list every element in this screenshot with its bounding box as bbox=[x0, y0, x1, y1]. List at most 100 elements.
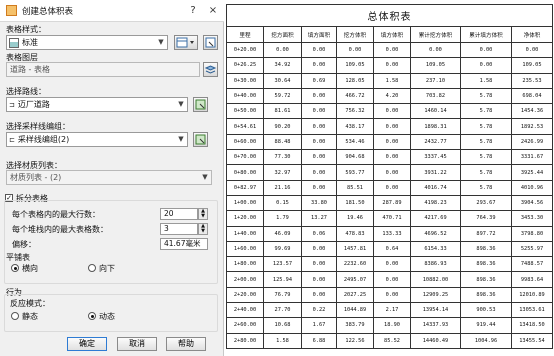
table-cell: 0.00 bbox=[301, 286, 337, 304]
static-radio[interactable] bbox=[11, 312, 19, 320]
ok-button[interactable]: 确定 bbox=[67, 337, 107, 351]
table-cell: 1044.89 bbox=[336, 302, 374, 319]
table-row: 1+40.00 46.09 0.06 478.83 133.33 4696.52 897.7… bbox=[226, 225, 553, 242]
help-button[interactable]: 帮助 bbox=[166, 337, 206, 351]
max-rows-spinner[interactable]: ▲ ▼ bbox=[198, 208, 208, 220]
table-cell: 1457.81 bbox=[336, 240, 374, 258]
layers-icon bbox=[204, 65, 217, 74]
table-cell: 1+00.00 bbox=[226, 194, 264, 212]
chevron-down-icon: ▼ bbox=[158, 38, 164, 46]
table-row: 0+70.00 77.30 0.00 904.68 0.00 3337.45 5.78 333… bbox=[226, 149, 553, 166]
chevron-down-icon: ▼ bbox=[178, 135, 184, 143]
table-cell: 76.79 bbox=[263, 286, 302, 304]
static-label: 静态 bbox=[22, 312, 38, 321]
table-cell: 3331.67 bbox=[511, 149, 553, 166]
table-cell: 5.78 bbox=[460, 87, 512, 105]
table-row: 0+60.00 88.48 0.00 534.46 0.00 2432.77 5.78 242… bbox=[226, 133, 553, 151]
column-header: 填方体积 bbox=[373, 26, 411, 43]
table-row: 0+80.00 32.97 0.00 593.77 0.00 3931.22 5.78 392… bbox=[226, 164, 553, 181]
table-cell: 13954.14 bbox=[410, 302, 461, 319]
table-layer-field[interactable]: 道路 - 表格 bbox=[6, 62, 200, 77]
pick-style-button[interactable] bbox=[203, 35, 218, 50]
edit-style-button[interactable] bbox=[174, 35, 198, 50]
table-cell: 5.78 bbox=[460, 164, 512, 181]
table-cell: 0.00 bbox=[373, 179, 411, 196]
pick-sample-group-button[interactable] bbox=[193, 132, 208, 147]
dynamic-radio[interactable] bbox=[88, 312, 96, 320]
material-list-select[interactable]: 材质列表 - (2) ▼ bbox=[6, 170, 212, 185]
table-cell: 0.00 bbox=[263, 41, 302, 59]
table-cell: 2027.25 bbox=[336, 286, 374, 304]
table-cell: 0.00 bbox=[301, 87, 337, 105]
table-cell: 3925.44 bbox=[511, 164, 553, 181]
table-cell: 0.00 bbox=[301, 41, 337, 59]
tile-across-radio[interactable] bbox=[11, 264, 19, 272]
table-cell: 0.00 bbox=[460, 57, 512, 74]
table-cell: 33.80 bbox=[301, 194, 337, 212]
layer-button[interactable] bbox=[203, 62, 218, 77]
pick-route-button[interactable] bbox=[193, 97, 208, 112]
table-cell: 1+60.00 bbox=[226, 240, 264, 258]
table-cell: 1.79 bbox=[263, 210, 302, 227]
close-icon[interactable]: × bbox=[206, 3, 220, 18]
table-row: 1+00.00 0.15 33.80 181.50 287.89 4198.23 293.6… bbox=[226, 194, 553, 212]
column-header: 填方面积 bbox=[301, 26, 337, 43]
table-cell: 125.94 bbox=[263, 271, 302, 288]
table-cell: 0.00 bbox=[373, 57, 411, 74]
max-rows-input[interactable]: 20 bbox=[160, 208, 198, 220]
table-cell: 0+80.00 bbox=[226, 164, 264, 181]
total-volume-table: 总体积表 里程 挖方面积 填方面积 挖方体积 填方体积 累计挖方体积 累计填方体积 净体积 0+2… bbox=[226, 4, 553, 349]
table-cell: 293.67 bbox=[460, 194, 512, 212]
table-row: 0+40.00 59.72 0.00 466.72 4.20 703.82 5.78 698.… bbox=[226, 87, 553, 105]
table-cell: 4016.74 bbox=[410, 179, 461, 196]
table-style-select[interactable]: 标准 ▼ bbox=[6, 35, 168, 50]
table-cell: 698.04 bbox=[511, 87, 553, 105]
table-cell: 237.10 bbox=[410, 72, 461, 89]
table-cell: 0.64 bbox=[373, 240, 411, 258]
table-cell: 2+00.00 bbox=[226, 271, 264, 288]
table-cell: 0+26.25 bbox=[226, 57, 264, 74]
table-cell: 14460.49 bbox=[410, 332, 461, 349]
table-cell: 478.83 bbox=[336, 225, 374, 242]
table-cell: 5255.97 bbox=[511, 240, 553, 258]
max-tables-input[interactable]: 3 bbox=[160, 223, 198, 235]
table-cell: 4010.96 bbox=[511, 179, 553, 196]
max-tables-spinner[interactable]: ▲ ▼ bbox=[198, 223, 208, 235]
table-cell: 0+54.61 bbox=[226, 118, 264, 135]
table-cell: 904.68 bbox=[336, 149, 374, 166]
table-cell: 0.00 bbox=[301, 164, 337, 181]
sample-group-select[interactable]: ⊏ 采样线编组(2) ▼ bbox=[6, 132, 188, 147]
sample-group-label: 选择采样线编组： bbox=[6, 122, 70, 131]
table-cell: 0.00 bbox=[336, 41, 374, 59]
table-cell: 0.69 bbox=[301, 72, 337, 89]
table-title-row: 总体积表 bbox=[226, 4, 553, 27]
table-cell: 90.20 bbox=[263, 118, 302, 135]
help-icon[interactable]: ? bbox=[186, 3, 200, 18]
tile-down-label: 向下 bbox=[99, 264, 115, 273]
table-cell: 0+82.97 bbox=[226, 179, 264, 196]
table-cell: 764.39 bbox=[460, 210, 512, 227]
table-cell: 1+40.00 bbox=[226, 225, 264, 242]
table-cell: 898.36 bbox=[460, 256, 512, 273]
table-cell: 4.20 bbox=[373, 87, 411, 105]
table-cell: 109.05 bbox=[336, 57, 374, 74]
table-cell: 30.64 bbox=[263, 72, 302, 89]
table-cell: 27.70 bbox=[263, 302, 302, 319]
table-cell: 0.00 bbox=[373, 118, 411, 135]
table-cell: 0.00 bbox=[373, 286, 411, 304]
table-cell: 0.00 bbox=[301, 240, 337, 258]
table-cell: 123.57 bbox=[263, 256, 302, 273]
table-cell: 2.17 bbox=[373, 302, 411, 319]
table-cell: 2+40.00 bbox=[226, 302, 264, 319]
table-cell: 109.05 bbox=[410, 57, 461, 74]
table-cell: 0+50.00 bbox=[226, 103, 264, 120]
offset-input[interactable]: 41.67毫米 bbox=[160, 238, 208, 250]
table-cell: 534.46 bbox=[336, 133, 374, 151]
table-row: 2+00.00 125.94 0.00 2495.07 0.00 10882.00 898.… bbox=[226, 271, 553, 288]
cancel-button[interactable]: 取消 bbox=[117, 337, 157, 351]
table-cell: 18.90 bbox=[373, 317, 411, 334]
route-select[interactable]: ⊐ 迈厂道路 ▼ bbox=[6, 97, 188, 112]
tile-down-radio[interactable] bbox=[88, 264, 96, 272]
table-cell: 2432.77 bbox=[410, 133, 461, 151]
table-cell: 0.15 bbox=[263, 194, 302, 212]
